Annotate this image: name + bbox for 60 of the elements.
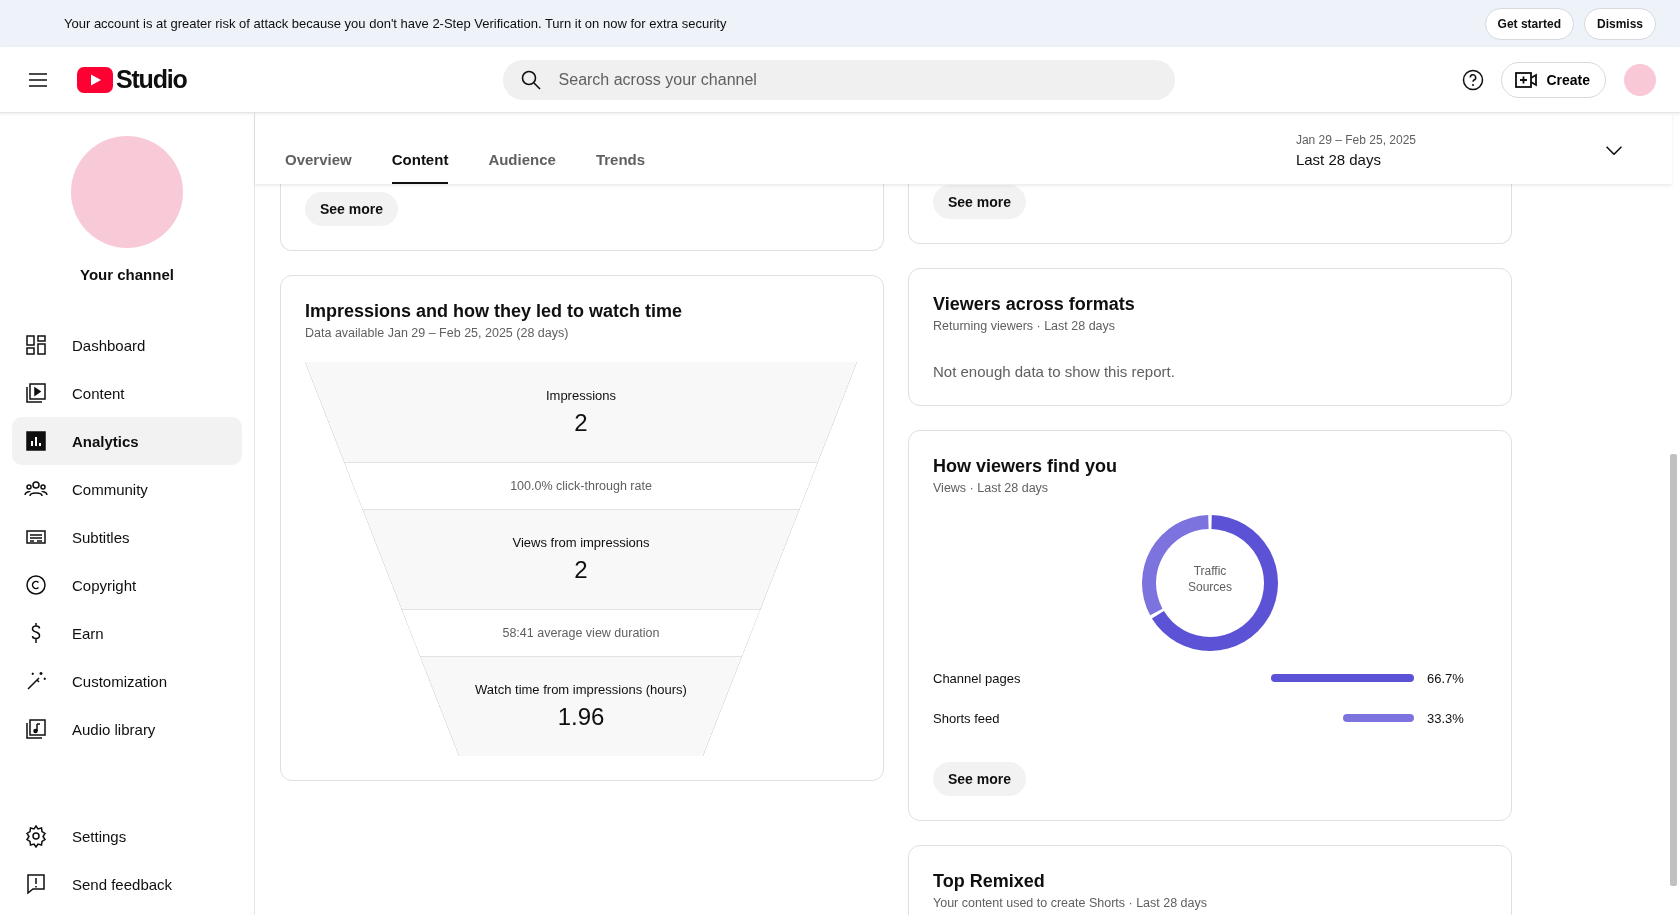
funnel-label: Watch time from impressions (hours) [475, 682, 687, 697]
search-field[interactable]: Search across your channel [502, 59, 1175, 100]
percent-label: 66.7% [1426, 670, 1465, 686]
nav-item[interactable]: Settings [12, 812, 242, 860]
chart-title: Traffic Sources [1187, 563, 1233, 595]
see-more-button[interactable]: See more [933, 185, 1027, 219]
card-subtitle: Views · Last 28 days [933, 481, 1050, 495]
dashboard-icon [24, 333, 48, 357]
nav-item[interactable]: Copyright [12, 561, 242, 609]
nav-item[interactable]: Earn [12, 609, 242, 657]
security-warning: Your account is at greater risk of attack because you don't have 2-Step Verification. Turn it on now for extra security [64, 16, 728, 31]
bar-chart-icon [24, 429, 48, 453]
percent-label: 33.3% [1426, 710, 1465, 726]
funnel-label: Impressions [545, 387, 617, 403]
card-subtitle: Data available Jan 29 – Feb 25, 2025 (28 days) [305, 326, 570, 340]
account-avatar[interactable] [1624, 63, 1656, 96]
funnel-rate: 100.0% click-through rate [510, 479, 652, 493]
nav-item[interactable]: Community [12, 465, 242, 513]
card-subtitle: Your content used to create Shorts · Last 28 days [933, 896, 1208, 910]
music-icon [24, 717, 48, 741]
card-title: How viewers find you [933, 455, 1119, 477]
chevron-down-icon [1606, 146, 1622, 155]
see-more-button[interactable]: See more [933, 762, 1027, 796]
nav-item[interactable]: Audio library [12, 705, 242, 753]
nav-item[interactable]: Content [12, 369, 242, 417]
tab[interactable]: Audience [488, 151, 556, 184]
funnel-rate: 58:41 average view duration [502, 626, 660, 640]
funnel-label: Views from impressions [512, 535, 650, 550]
tab[interactable]: Trends [595, 151, 646, 184]
source-label: Channel pages [933, 670, 1022, 686]
create-button[interactable]: Create [1501, 61, 1606, 98]
channel-label: Your channel [80, 266, 174, 283]
tab[interactable]: Content [391, 151, 449, 184]
funnel-value: 2 [574, 408, 588, 437]
card-title: Top Remixed [933, 870, 1046, 892]
nav-item[interactable]: Dashboard [12, 321, 242, 369]
card-title: Viewers across formats [933, 293, 1136, 315]
help-icon[interactable] [1461, 67, 1486, 92]
funnel-value: 1.96 [557, 703, 605, 731]
banner-button[interactable]: Dismiss [1583, 7, 1656, 40]
scrollbar-thumb[interactable] [1670, 454, 1677, 886]
settings-icon [24, 824, 48, 848]
empty-message: Not enough data to show this report. [933, 363, 1176, 381]
nav-item[interactable]: Customization [12, 657, 242, 705]
video-icon [24, 381, 48, 405]
play-logo-icon [77, 66, 113, 93]
source-label: Shorts feed [933, 710, 1001, 726]
funnel-value: 2 [574, 556, 588, 584]
logo-text: Studio [116, 65, 187, 94]
date-range-picker[interactable]: Jan 29 – Feb 25, 2025 Last 28 days [1295, 133, 1622, 168]
banner-button[interactable]: Get started [1484, 7, 1574, 40]
copyright-icon [24, 573, 48, 597]
nav-item[interactable]: Subtitles [12, 513, 242, 561]
card-title: Impressions and how they led to watch time [305, 300, 684, 322]
feedback-icon [24, 872, 48, 896]
card-subtitle: Returning viewers · Last 28 days [933, 319, 1117, 333]
nav-item[interactable]: Send feedback [12, 860, 242, 908]
nav-item[interactable]: Analytics [12, 417, 242, 465]
see-more-button[interactable]: See more [305, 192, 399, 226]
tab[interactable]: Overview [285, 151, 352, 184]
